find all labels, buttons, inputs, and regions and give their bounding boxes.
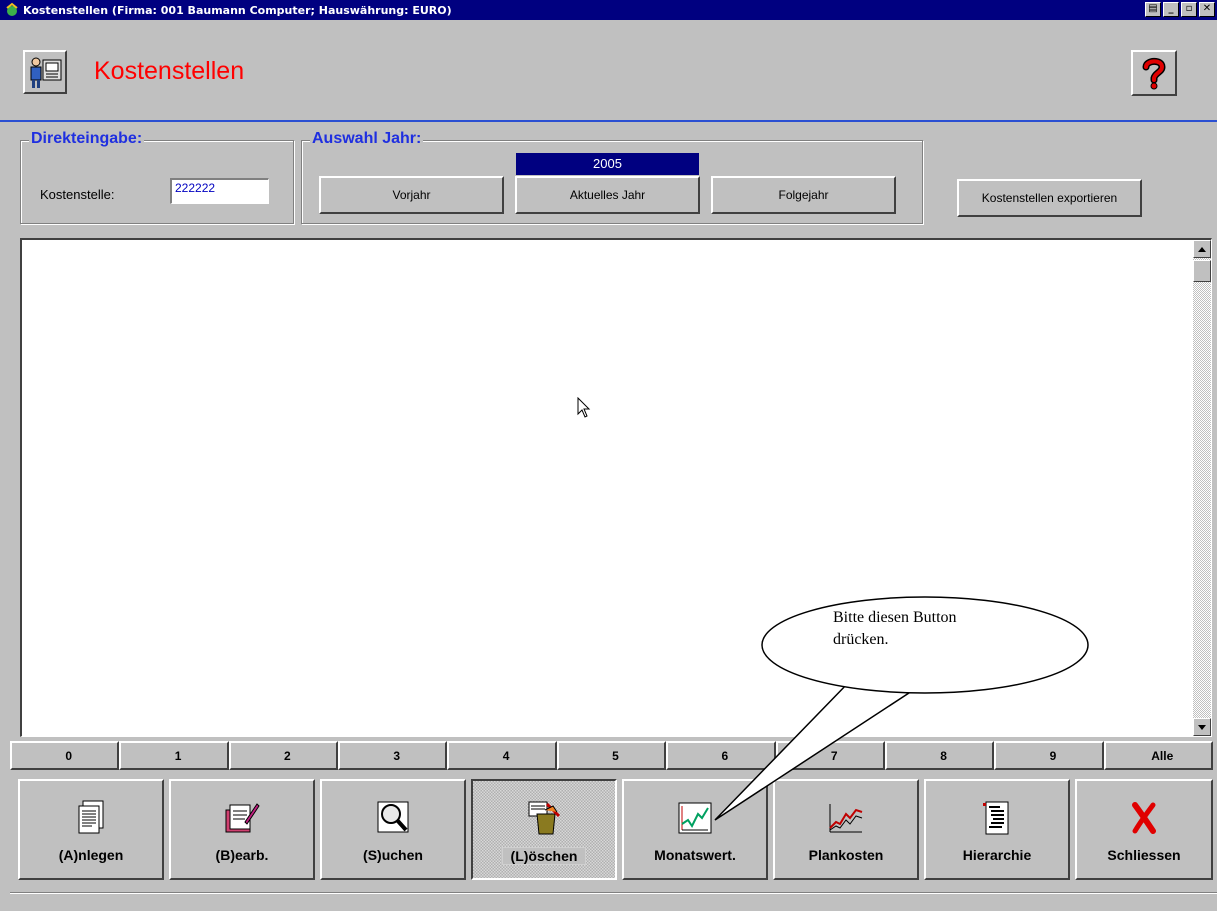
minimize-button[interactable]: _ [1163, 2, 1179, 17]
direkteingabe-group: Direkteingabe: Kostenstelle: 222222 [20, 130, 294, 224]
close-window-button[interactable]: ✕ [1199, 2, 1215, 17]
maximize-button[interactable]: ▫ [1181, 2, 1197, 17]
monatswerte-label: Monatswert. [654, 847, 736, 863]
window-titlebar: Kostenstellen (Firma: 001 Baumann Comput… [0, 0, 1217, 20]
callout-text: Bitte diesen Button drücken. [833, 607, 1033, 651]
edit-document-icon [225, 803, 260, 833]
suchen-button[interactable]: (S)uchen [320, 779, 466, 880]
loeschen-label: (L)öschen [501, 847, 587, 865]
trash-icon [528, 801, 561, 835]
callout-line-1: Bitte diesen Button [833, 609, 957, 626]
suchen-label: (S)uchen [363, 847, 423, 863]
user-at-desk-icon [23, 50, 67, 94]
kostenstelle-label: Kostenstelle: [40, 187, 115, 202]
filter-4-button[interactable]: 4 [447, 741, 557, 770]
direkteingabe-legend: Direkteingabe: [29, 130, 145, 148]
print-window-button[interactable]: ▤ [1145, 2, 1161, 17]
anlegen-label: (A)nlegen [58, 847, 124, 863]
scroll-down-button[interactable] [1193, 718, 1211, 736]
auswahl-jahr-legend: Auswahl Jahr: [310, 130, 424, 148]
page-title: Kostenstellen [94, 57, 245, 85]
callout-line-2: drücken. [833, 631, 889, 648]
magnifier-icon [377, 801, 409, 833]
window-title: Kostenstellen (Firma: 001 Baumann Comput… [23, 3, 452, 17]
folgejahr-button[interactable]: Folgejahr [711, 176, 896, 214]
loeschen-button[interactable]: (L)öschen [471, 779, 617, 880]
status-divider [10, 892, 1217, 893]
filter-2-button[interactable]: 2 [228, 741, 339, 770]
mouse-cursor-icon [577, 397, 591, 418]
hierarchie-label: Hierarchie [962, 847, 1032, 863]
help-button[interactable] [1131, 50, 1177, 96]
app-icon [6, 2, 18, 16]
vertical-scrollbar[interactable] [1193, 240, 1211, 736]
header-divider [0, 120, 1217, 122]
scroll-up-button[interactable] [1193, 240, 1211, 258]
bearbeiten-label: (B)earb. [215, 847, 269, 863]
bearbeiten-button[interactable]: (B)earb. [169, 779, 315, 880]
filter-1-button[interactable]: 1 [119, 741, 229, 770]
plankosten-label: Plankosten [808, 847, 884, 863]
schliessen-label: Schliessen [1107, 847, 1181, 863]
scrollbar-thumb[interactable] [1193, 260, 1211, 282]
question-mark-icon [1142, 57, 1166, 90]
kostenstelle-input[interactable]: 222222 [170, 178, 269, 204]
filter-3-button[interactable]: 3 [338, 741, 448, 770]
vorjahr-button[interactable]: Vorjahr [319, 176, 504, 214]
anlegen-button[interactable]: (A)nlegen [18, 779, 164, 880]
aktuelles-jahr-button[interactable]: Aktuelles Jahr [515, 176, 700, 214]
filter-5-button[interactable]: 5 [556, 741, 667, 770]
kostenstellen-exportieren-button[interactable]: Kostenstellen exportieren [957, 179, 1142, 217]
filter-0-button[interactable]: 0 [10, 741, 120, 770]
selected-year-display: 2005 [516, 153, 699, 175]
new-document-icon [78, 800, 104, 834]
